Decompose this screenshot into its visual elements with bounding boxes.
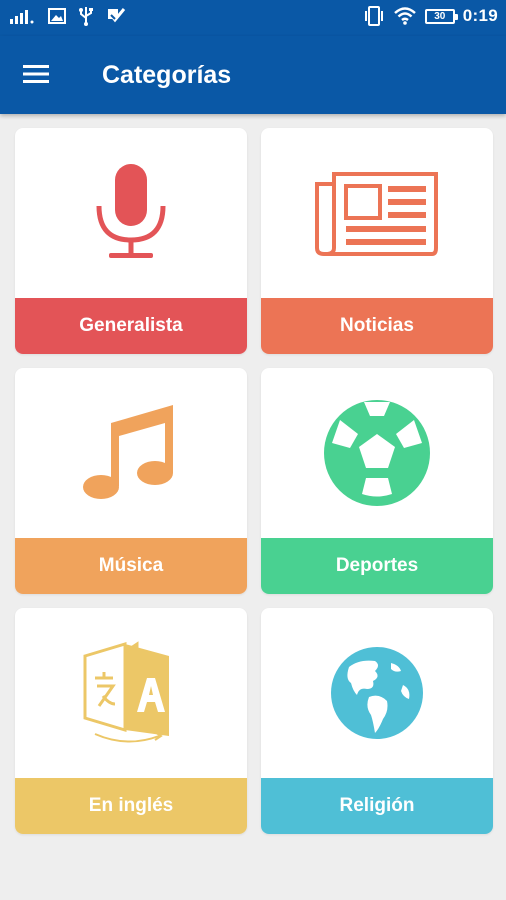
category-label: Noticias	[261, 298, 493, 354]
card-icon-area	[15, 368, 247, 538]
music-note-icon	[83, 405, 173, 499]
card-icon-area	[15, 608, 247, 778]
card-icon-area	[261, 128, 493, 298]
usb-icon	[79, 7, 93, 26]
microphone-icon	[96, 164, 166, 258]
translate-icon	[83, 641, 169, 743]
category-card-religion[interactable]: Religión	[261, 608, 493, 834]
category-card-generalista[interactable]: Generalista	[15, 128, 247, 354]
soccer-ball-icon	[324, 400, 430, 506]
status-left	[10, 6, 126, 26]
vibrate-icon	[364, 6, 383, 26]
globe-icon	[331, 647, 423, 739]
category-label: Deportes	[261, 538, 493, 594]
category-card-en-ingles[interactable]: En inglés	[15, 608, 247, 834]
newspaper-icon	[315, 172, 438, 256]
app-bar: Categorías	[0, 36, 506, 114]
menu-button[interactable]	[18, 56, 54, 92]
wifi-icon	[393, 7, 416, 25]
category-label: En inglés	[15, 778, 247, 834]
category-card-noticias[interactable]: Noticias	[261, 128, 493, 354]
page-title: Categorías	[102, 61, 232, 89]
card-icon-area	[261, 608, 493, 778]
category-card-deportes[interactable]: Deportes	[261, 368, 493, 594]
check-box-icon	[108, 8, 126, 23]
clock: 0:19	[462, 6, 498, 25]
category-label: Generalista	[15, 298, 247, 354]
battery-icon: 30	[424, 8, 458, 24]
signal-icon	[10, 10, 34, 24]
hamburger-menu-icon	[23, 65, 49, 83]
status-bar: 30 0:19	[0, 0, 506, 36]
category-card-musica[interactable]: Música	[15, 368, 247, 594]
status-right: 30 0:19	[363, 6, 498, 26]
card-icon-area	[15, 128, 247, 298]
category-label: Religión	[261, 778, 493, 834]
category-label: Música	[15, 538, 247, 594]
image-icon	[48, 8, 66, 24]
card-icon-area	[261, 368, 493, 538]
